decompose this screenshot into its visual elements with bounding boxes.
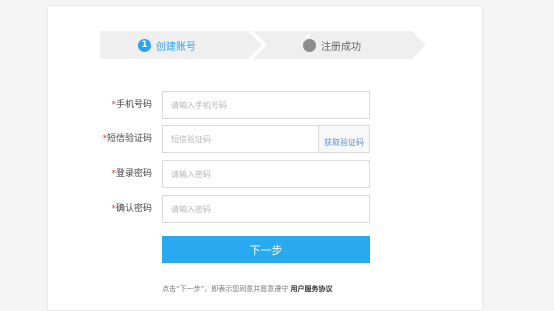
check-circle-icon <box>303 33 316 52</box>
phone-input[interactable] <box>163 92 369 118</box>
agreement-notice: 点击“下一步”，即表示您同意并愿意遵守 用户服务协议 <box>162 284 333 294</box>
user-agreement-link[interactable]: 用户服务协议 <box>291 285 333 293</box>
confirm-password-label: *确认密码 <box>111 204 152 214</box>
step-label: 创建账号 <box>156 41 196 53</box>
confirm-password-input[interactable] <box>163 196 369 222</box>
sms-code-label: *短信验证码 <box>102 134 152 144</box>
password-input[interactable] <box>163 161 369 187</box>
get-code-button[interactable]: 获取验证码 <box>318 126 369 152</box>
password-input-box <box>162 160 370 188</box>
step-create-account: 1 创建账号 <box>138 31 196 59</box>
next-step-button[interactable]: 下一步 <box>162 236 370 263</box>
phone-input-box <box>162 91 370 119</box>
sms-code-input[interactable] <box>163 126 319 152</box>
password-row: *登录密码 <box>0 160 554 188</box>
step-progress: 1 创建账号 注册成功 <box>100 31 426 59</box>
step-number-badge: 1 <box>138 38 151 52</box>
agreement-text: 点击“下一步”，即表示您同意并愿意遵守 <box>162 285 289 293</box>
confirm-password-input-box <box>162 195 370 223</box>
step-label: 注册成功 <box>321 41 361 53</box>
phone-row: *手机号码 <box>0 91 554 119</box>
step-register-success: 注册成功 <box>303 31 361 59</box>
sms-code-input-box: 获取验证码 <box>162 125 370 153</box>
phone-label: *手机号码 <box>111 100 152 110</box>
password-label: *登录密码 <box>111 169 152 179</box>
confirm-password-row: *确认密码 <box>0 195 554 223</box>
sms-code-row: *短信验证码 获取验证码 <box>0 125 554 153</box>
